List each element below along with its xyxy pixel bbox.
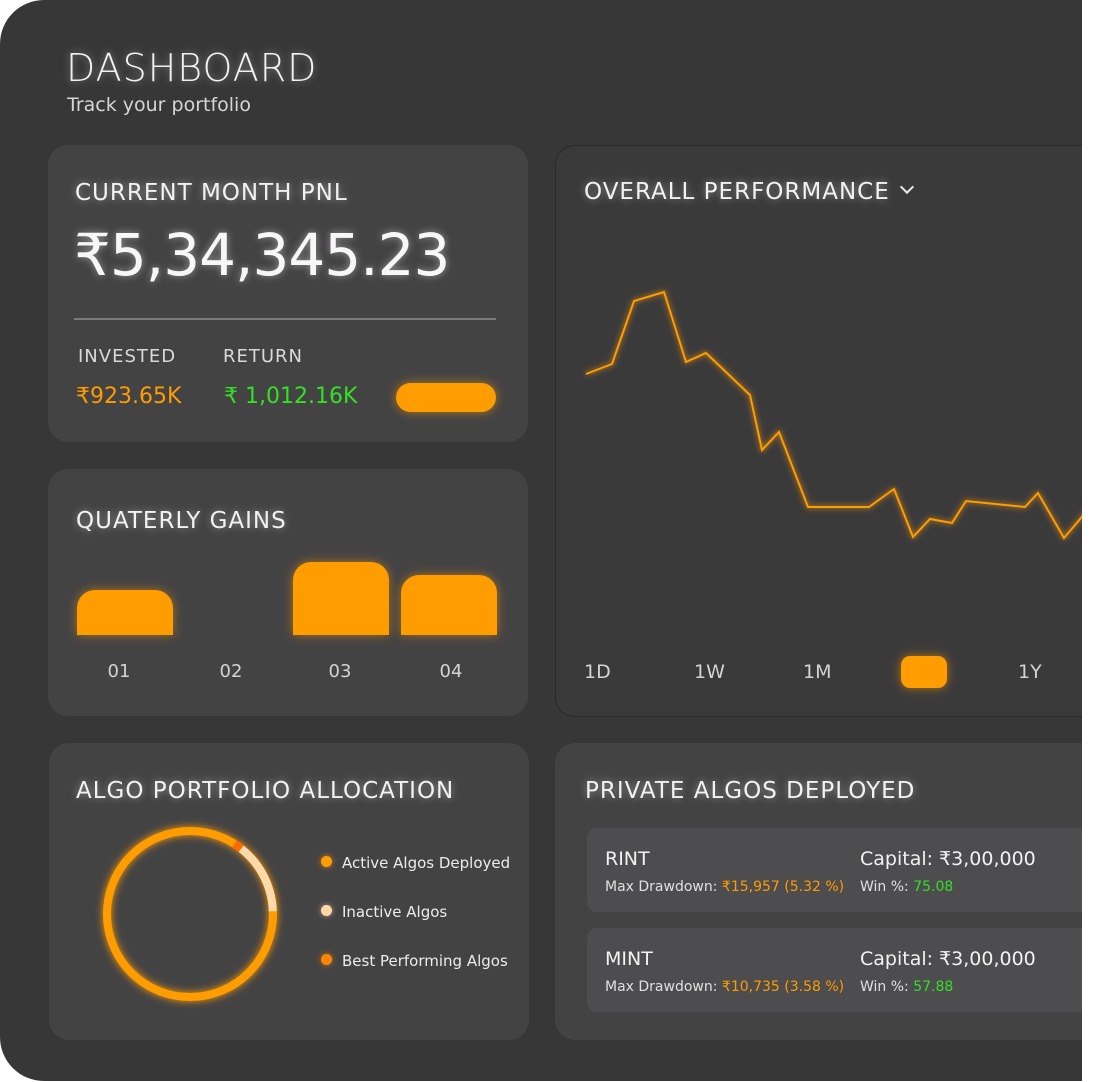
quarter-label: 04 <box>439 661 463 682</box>
chevron-down-icon <box>899 179 914 195</box>
return-value: ₹ 1,012.16K <box>224 384 358 409</box>
algo-row[interactable]: MINT Capital: ₹3,00,000 Max Drawdown: ₹1… <box>587 928 1082 1012</box>
timeframe-1d[interactable]: 1D <box>584 661 611 683</box>
timeframe-active-button[interactable] <box>901 656 947 688</box>
pnl-title: CURRENT MONTH PNL <box>75 180 348 206</box>
legend-label: Inactive Algos <box>342 903 448 921</box>
timeframe-1y[interactable]: 1Y <box>1018 661 1042 683</box>
invested-label: INVESTED <box>78 346 177 367</box>
pnl-divider <box>74 318 496 320</box>
return-label: RETURN <box>223 346 304 367</box>
performance-title[interactable]: OVERALL PERFORMANCE <box>584 179 914 205</box>
performance-title-label: OVERALL PERFORMANCE <box>584 179 890 205</box>
drawdown-value: ₹10,735 (3.58 %) <box>721 979 845 995</box>
legend-dot <box>321 954 332 965</box>
win-value: 75.08 <box>913 879 954 895</box>
legend-item-active: Active Algos Deployed <box>321 854 510 872</box>
performance-line-chart <box>585 290 1082 540</box>
legend-label: Active Algos Deployed <box>342 854 511 872</box>
allocation-donut-chart <box>103 827 277 1001</box>
quarter-bar-4[interactable] <box>401 575 497 635</box>
timeframe-1w[interactable]: 1W <box>694 661 725 683</box>
algo-drawdown: Max Drawdown: ₹15,957 (5.32 %) <box>605 879 844 895</box>
algo-capital: Capital: ₹3,00,000 <box>860 848 1036 870</box>
pnl-card: CURRENT MONTH PNL ₹5,34,345.23 INVESTED … <box>48 145 528 442</box>
page-title: DASHBOARD <box>66 46 318 90</box>
drawdown-value: ₹15,957 (5.32 %) <box>721 879 845 895</box>
algo-name: MINT <box>605 948 653 970</box>
allocation-title: ALGO PORTFOLIO ALLOCATION <box>76 778 455 804</box>
win-label: Win %: <box>860 979 909 995</box>
page-subtitle: Track your portfolio <box>67 94 251 116</box>
algo-name: RINT <box>605 848 650 870</box>
private-algos-card: PRIVATE ALGOS DEPLOYED RINT Capital: ₹3,… <box>555 743 1082 1040</box>
legend-item-inactive: Inactive Algos <box>321 903 447 921</box>
drawdown-label: Max Drawdown: <box>605 879 718 895</box>
donut-segment-inactive <box>238 845 277 912</box>
invested-value: ₹923.65K <box>76 384 182 409</box>
quarterly-title: QUATERLY GAINS <box>76 508 287 534</box>
quarter-label: 03 <box>328 661 352 682</box>
algo-row[interactable]: RINT Capital: ₹3,00,000 Max Drawdown: ₹1… <box>587 828 1082 912</box>
quarter-bar-3[interactable] <box>293 562 389 635</box>
quarter-bar-1[interactable] <box>77 590 173 635</box>
quarter-label: 01 <box>107 661 131 682</box>
private-algos-title: PRIVATE ALGOS DEPLOYED <box>585 778 916 804</box>
allocation-card: ALGO PORTFOLIO ALLOCATION Active Algos D… <box>49 743 529 1040</box>
legend-item-best: Best Performing Algos <box>321 952 508 970</box>
performance-line <box>585 290 1082 540</box>
drawdown-label: Max Drawdown: <box>605 979 718 995</box>
legend-label: Best Performing Algos <box>342 952 508 970</box>
algo-win: Win %: 57.88 <box>860 979 953 995</box>
win-value: 57.88 <box>913 979 954 995</box>
algo-capital: Capital: ₹3,00,000 <box>860 948 1036 970</box>
donut-segment-best <box>232 840 244 852</box>
dashboard-app: DASHBOARD Track your portfolio CURRENT M… <box>0 0 1082 1081</box>
legend-dot <box>321 856 332 867</box>
quarterly-gains-card: QUATERLY GAINS 01 02 03 04 <box>48 469 528 716</box>
win-label: Win %: <box>860 879 909 895</box>
algo-drawdown: Max Drawdown: ₹10,735 (3.58 %) <box>605 979 844 995</box>
pnl-value: ₹5,34,345.23 <box>74 221 450 289</box>
legend-dot <box>321 905 332 916</box>
pnl-action-button[interactable] <box>396 383 496 412</box>
timeframe-1m[interactable]: 1M <box>803 661 831 683</box>
performance-card: OVERALL PERFORMANCE 1D 1W 1M 1Y <box>555 145 1082 717</box>
algo-win: Win %: 75.08 <box>860 879 953 895</box>
quarter-label: 02 <box>219 661 243 682</box>
